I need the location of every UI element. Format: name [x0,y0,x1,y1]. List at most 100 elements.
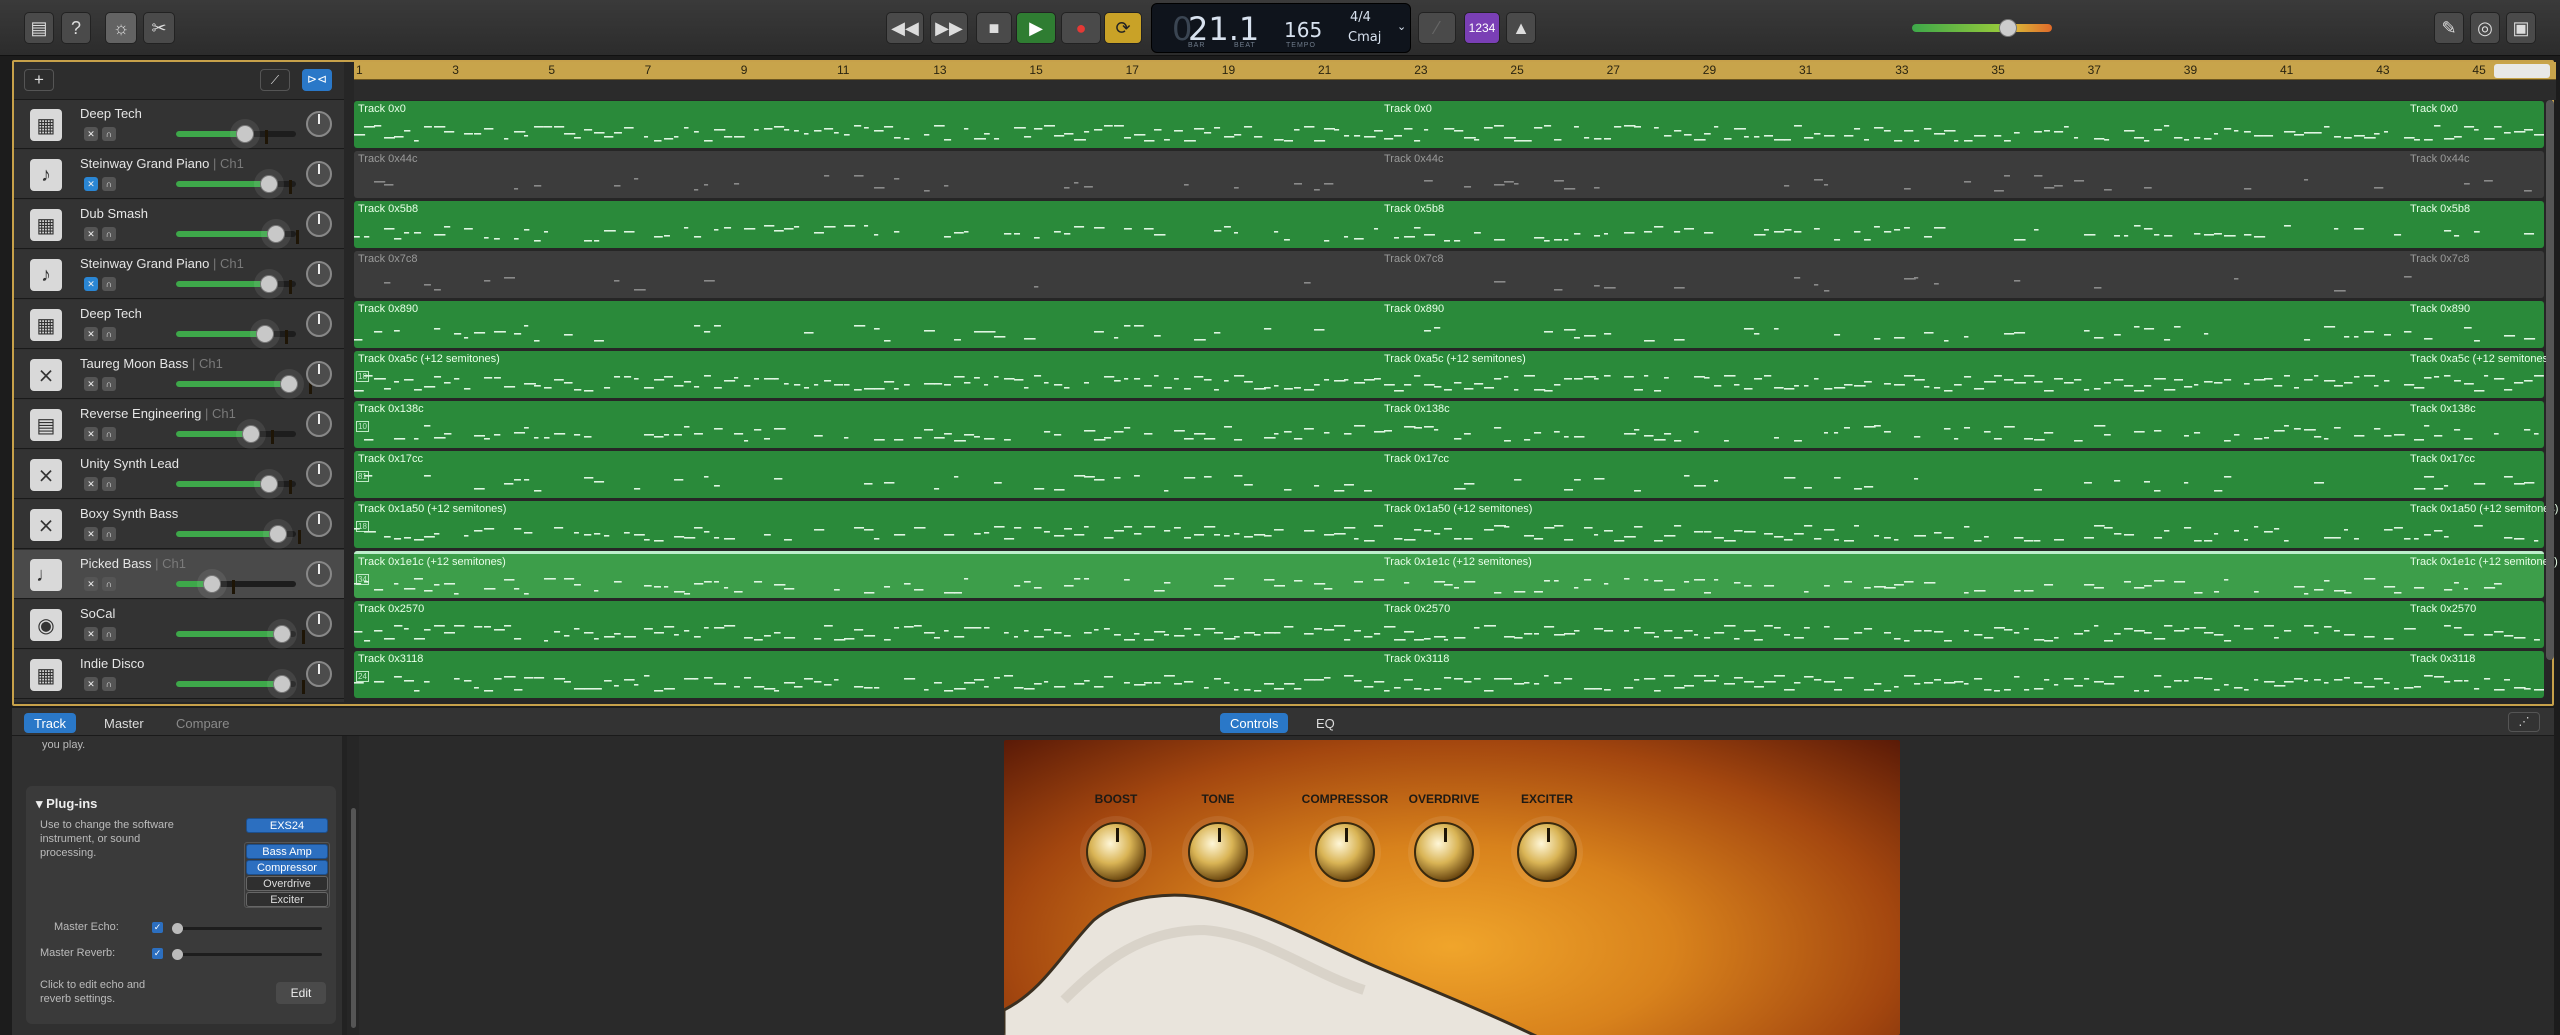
smart-tempo-icon[interactable]: ⊳⊲ [302,69,332,91]
track-volume-knob[interactable] [273,675,306,694]
region-label[interactable]: Track 0x0 [358,103,406,115]
master-volume-knob[interactable] [1999,19,2017,37]
plugin-bass-amp[interactable]: Bass Amp [246,844,328,859]
track-volume-slider[interactable] [176,625,306,644]
track-pan-knob[interactable] [306,211,332,237]
mute-icon[interactable]: ✕ [84,427,98,441]
track-volume-slider[interactable] [176,575,296,594]
solo-headphones-icon[interactable]: ∩ [102,327,116,341]
region-label[interactable]: Track 0xa5c (+12 semitones) [2410,353,2552,365]
tab-controls[interactable]: Controls [1220,713,1289,733]
region-label[interactable]: Track 0x0 [2410,103,2458,115]
region-label[interactable]: Track 0x1e1c (+12 semitones) [2410,556,2558,568]
track-header[interactable]: ♪ Steinway Grand Piano | Ch1 ✕ ∩ [14,150,344,199]
track-name[interactable]: Steinway Grand Piano | Ch1 [80,156,244,171]
region-label[interactable]: Track 0x138c [358,403,424,415]
master-reverb-slider[interactable] [172,949,322,960]
master-echo-knob[interactable] [172,923,183,934]
track-header[interactable]: ▦ Dub Smash ✕ ∩ [14,200,344,249]
region-label[interactable]: Track 0x890 [1384,303,1444,315]
track-lane[interactable]: Track 0x0 Track 0x0 Track 0x0 [354,101,2544,148]
solo-headphones-icon[interactable]: ∩ [102,527,116,541]
track-volume-slider[interactable] [176,325,296,344]
track-pan-knob[interactable] [306,361,332,387]
amp-knob-tone[interactable] [1188,822,1248,882]
track-header[interactable]: ⨯ Taureg Moon Bass | Ch1 ✕ ∩ [14,350,344,399]
ruler[interactable]: 1 3 5 7 9 11 13 15 17 19 21 23 25 27 29 31 33 35 37 39 41 43 4… [354,62,2556,80]
region-label[interactable]: Track 0x138c [2410,403,2476,415]
track-volume-slider[interactable] [176,225,299,244]
plugin-exciter[interactable]: Exciter [246,892,328,907]
track-name[interactable]: Taureg Moon Bass | Ch1 [80,356,223,371]
track-header[interactable]: ⨯ Boxy Synth Bass ✕ ∩ [14,500,344,549]
region-label[interactable]: Track 0x138c [1384,403,1450,415]
plugin-compressor[interactable]: Compressor [246,860,328,875]
region-label[interactable]: Track 0x890 [2410,303,2470,315]
plugin-exs24[interactable]: EXS24 [246,818,328,833]
plugins-header[interactable]: ▾ Plug-ins [36,796,97,812]
track-volume-knob[interactable] [255,325,288,344]
region-label[interactable]: Track 0x1e1c (+12 semitones) [358,556,506,568]
track-volume-knob[interactable] [266,225,299,244]
fast-forward-button[interactable]: ▶▶ [930,12,968,44]
track-pan-knob[interactable] [306,511,332,537]
track-name[interactable]: Unity Synth Lead [80,456,179,471]
solo-headphones-icon[interactable]: ∩ [102,177,116,191]
track-name[interactable]: SoCal [80,606,115,621]
editors-scissors-icon[interactable]: ✂ [143,12,175,44]
track-header[interactable]: ◉ SoCal ✕ ∩ [14,600,344,649]
track-lane[interactable]: Track 0x44c Track 0x44c Track 0x44c [354,151,2544,198]
mute-icon[interactable]: ✕ [84,177,98,191]
track-name[interactable]: Deep Tech [80,306,142,321]
add-track-button[interactable]: + [24,69,54,91]
track-lane[interactable]: Track 0x138c Track 0x138c Track 0x138c 10 [354,401,2544,448]
track-pan-knob[interactable] [306,461,332,487]
track-volume-knob[interactable] [269,525,301,544]
track-lane[interactable]: Track 0x3118 Track 0x3118 Track 0x3118 24 [354,651,2544,698]
track-volume-slider[interactable] [176,125,296,144]
region-label[interactable]: Track 0x2570 [358,603,424,615]
inspector-scrollbar[interactable] [351,808,356,1028]
solo-headphones-icon[interactable]: ∩ [102,277,116,291]
track-header[interactable]: ♩ Picked Bass | Ch1 ✕ ∩ [14,550,344,599]
track-header[interactable]: ▦ Deep Tech ✕ ∩ [14,300,344,349]
region-label[interactable]: Track 0xa5c (+12 semitones) [358,353,500,365]
rewind-button[interactable]: ◀◀ [886,12,924,44]
tab-eq[interactable]: EQ [1306,713,1345,733]
track-header[interactable]: ▤ Reverse Engineering | Ch1 ✕ ∩ [14,400,344,449]
notepad-icon[interactable]: ✎ [2434,12,2464,44]
cycle-button[interactable]: ⟳ [1104,12,1142,44]
mute-icon[interactable]: ✕ [84,527,98,541]
region-label[interactable]: Track 0x7c8 [358,253,418,265]
track-volume-knob[interactable] [260,275,293,294]
track-pan-knob[interactable] [306,261,332,287]
track-name[interactable]: Dub Smash [80,206,148,221]
track-name[interactable]: Boxy Synth Bass [80,506,178,521]
track-volume-knob[interactable] [203,575,235,594]
lcd-display[interactable]: 0 21.1 BAR BEAT 165 TEMPO 4/4 Cmaj ⌄ [1151,3,1411,53]
count-in-button[interactable]: 1234 [1464,12,1500,44]
region-label[interactable]: Track 0x1a50 (+12 semitones) [358,503,506,515]
mute-icon[interactable]: ✕ [84,127,98,141]
amp-knob-compressor[interactable] [1315,822,1375,882]
vertical-scrollbar[interactable] [2546,100,2554,660]
mute-icon[interactable]: ✕ [84,477,98,491]
region-label[interactable]: Track 0x1a50 (+12 semitones) [2410,503,2558,515]
region-label[interactable]: Track 0x1e1c (+12 semitones) [1384,556,1532,568]
track-volume-slider[interactable] [176,675,306,694]
solo-headphones-icon[interactable]: ∩ [102,127,116,141]
solo-headphones-icon[interactable]: ∩ [102,577,116,591]
track-pan-knob[interactable] [306,111,332,137]
region-label[interactable]: Track 0x17cc [2410,453,2475,465]
mute-icon[interactable]: ✕ [84,327,98,341]
automation-icon[interactable]: ⟋ [260,69,290,91]
tab-master[interactable]: Master [94,713,154,733]
region-label[interactable]: Track 0x2570 [1384,603,1450,615]
track-lane[interactable]: Track 0x5b8 Track 0x5b8 Track 0x5b8 [354,201,2544,248]
track-name[interactable]: Picked Bass | Ch1 [80,556,186,571]
track-pan-knob[interactable] [306,611,332,637]
tab-compare[interactable]: Compare [166,713,239,733]
track-name[interactable]: Deep Tech [80,106,142,121]
track-lane[interactable]: Track 0xa5c (+12 semitones) Track 0xa5c (… [354,351,2552,398]
master-reverb-checkbox[interactable]: ✓ [152,948,163,959]
